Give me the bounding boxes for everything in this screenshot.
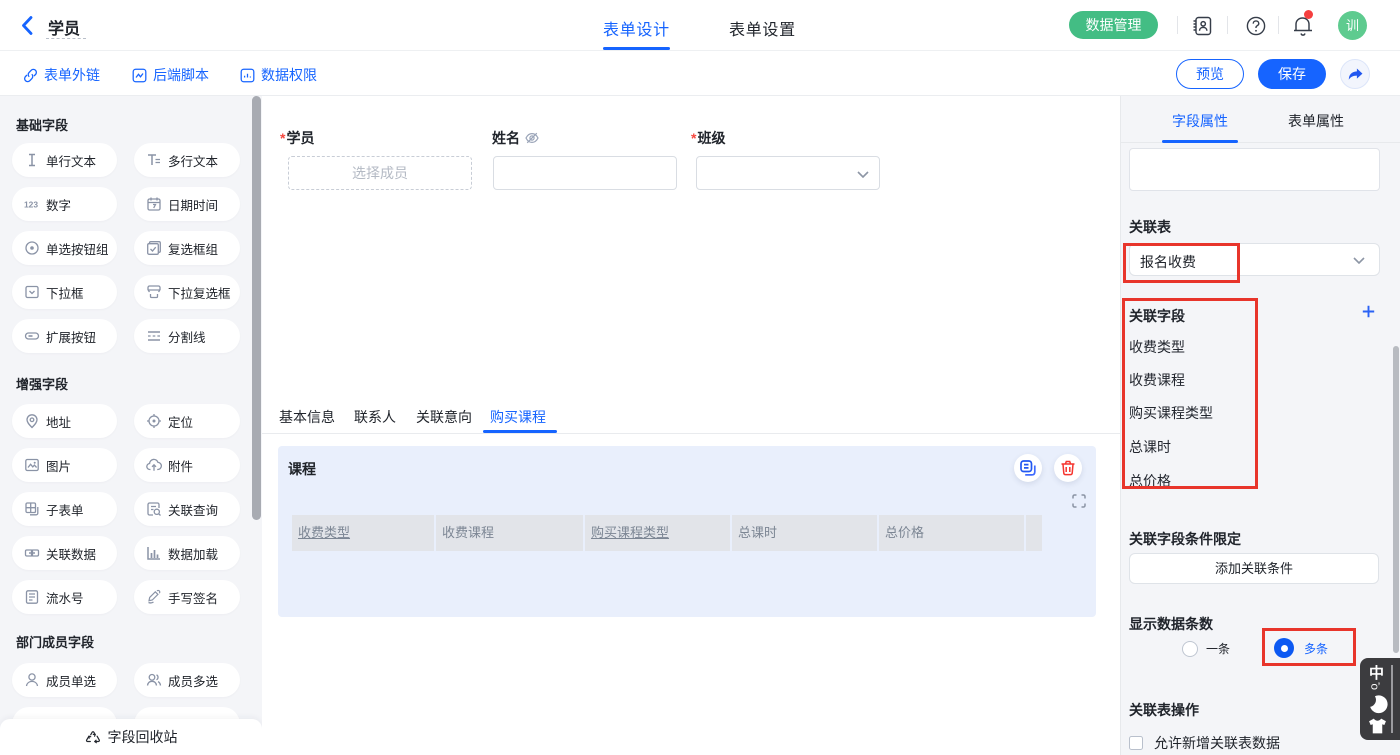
svg-text:123: 123 [24,199,38,209]
